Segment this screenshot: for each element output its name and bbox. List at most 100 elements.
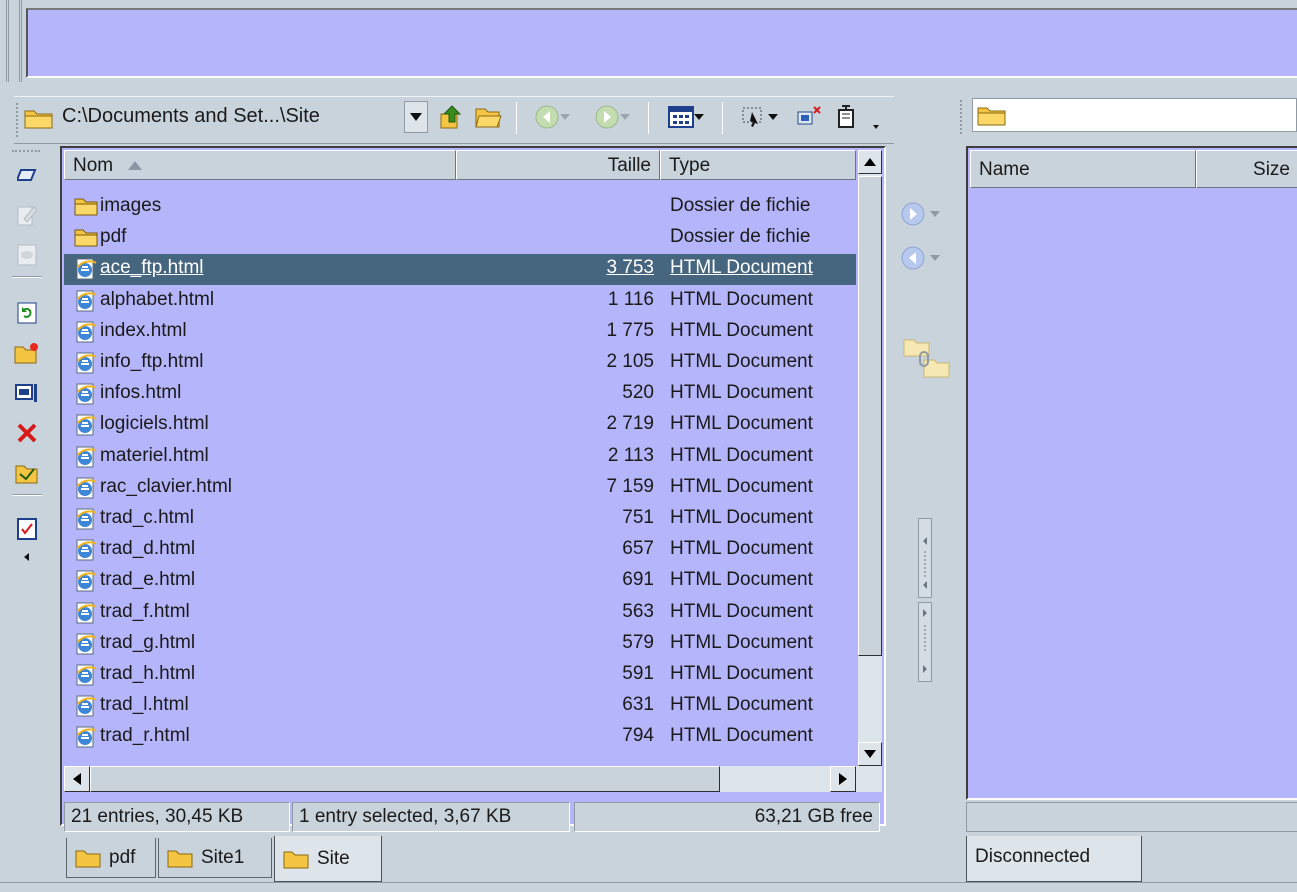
- scroll-right-button[interactable]: [830, 766, 856, 792]
- remote-file-list[interactable]: Name Size: [966, 146, 1297, 800]
- column-header-type[interactable]: Type: [660, 150, 856, 180]
- remote-column-header-size[interactable]: Size: [1196, 150, 1297, 188]
- file-name: index.html: [100, 319, 187, 341]
- list-header: Nom Taille Type: [64, 150, 856, 180]
- splitter-right-handle[interactable]: [918, 602, 932, 682]
- upload-button[interactable]: [900, 200, 956, 228]
- new-folder-button[interactable]: [14, 340, 40, 366]
- forward-arrow-icon: [595, 105, 619, 129]
- vertical-scroll-thumb[interactable]: [858, 176, 882, 656]
- log-resize-handle[interactable]: [6, 0, 22, 82]
- path-combo[interactable]: C:\Documents and Set...\Site: [22, 99, 430, 135]
- tab-site-label: Site: [317, 847, 350, 869]
- tab-site1[interactable]: Site1: [158, 838, 272, 878]
- scroll-up-button[interactable]: [858, 150, 882, 174]
- path-dropdown-button[interactable]: [404, 101, 428, 133]
- view-button[interactable]: [14, 242, 40, 268]
- open-explorer-button[interactable]: [14, 460, 40, 486]
- file-row[interactable]: infos.html 520 HTML Document: [64, 379, 856, 410]
- file-row[interactable]: trad_l.html 631 HTML Document: [64, 691, 856, 722]
- view-mode-button[interactable]: [656, 100, 716, 134]
- task-button[interactable]: [14, 516, 40, 542]
- side-toolbar-more-button[interactable]: [14, 544, 40, 570]
- horizontal-scrollbar[interactable]: [64, 766, 882, 792]
- local-file-list[interactable]: Nom Taille Type images Dossier de fichie p…: [60, 146, 886, 826]
- tab-pdf-label: pdf: [109, 846, 136, 868]
- open-folder-button[interactable]: [472, 100, 504, 134]
- sync-folders-button[interactable]: [902, 334, 954, 384]
- file-row[interactable]: images Dossier de fichie: [64, 192, 856, 223]
- remote-path-combo[interactable]: [972, 98, 1297, 132]
- column-header-size[interactable]: Taille: [456, 150, 660, 180]
- stopwatch-icon: [838, 105, 854, 128]
- properties-button[interactable]: [14, 380, 40, 406]
- properties-icon: [15, 384, 37, 402]
- column-header-name[interactable]: Nom: [64, 150, 456, 180]
- html-file-icon: [74, 352, 98, 374]
- file-row[interactable]: trad_e.html 691 HTML Document: [64, 566, 856, 597]
- refresh-button[interactable]: [832, 100, 860, 134]
- toolbar-separator: [648, 102, 649, 134]
- splitter-left-handle[interactable]: [918, 518, 932, 598]
- edit-button[interactable]: [14, 202, 40, 228]
- file-rows: images Dossier de fichie pdf Dossier de fic…: [64, 192, 856, 764]
- back-button[interactable]: [526, 100, 578, 134]
- file-size: 591: [622, 663, 654, 684]
- file-name: trad_e.html: [100, 569, 196, 591]
- file-row[interactable]: trad_r.html 794 HTML Document: [64, 722, 856, 753]
- file-name: trad_c.html: [100, 507, 194, 528]
- toolbar-grip[interactable]: [960, 100, 966, 134]
- forward-button[interactable]: [586, 100, 638, 134]
- scroll-down-button[interactable]: [858, 742, 882, 766]
- file-name: trad_h.html: [100, 663, 196, 684]
- tab-site[interactable]: Site: [274, 836, 382, 882]
- file-row[interactable]: materiel.html 2 113 HTML Document: [64, 442, 856, 473]
- file-row[interactable]: alphabet.html 1 116 HTML Document: [64, 286, 856, 317]
- html-file-icon: [74, 446, 98, 468]
- file-row[interactable]: rac_clavier.html 7 159 HTML Document: [64, 473, 856, 504]
- folder-icon: [167, 850, 193, 867]
- file-row[interactable]: trad_f.html 563 HTML Document: [64, 598, 856, 629]
- download-button[interactable]: [900, 244, 956, 272]
- file-row[interactable]: logiciels.html 2 719 HTML Document: [64, 410, 856, 441]
- side-separator: [12, 276, 42, 278]
- rename-button[interactable]: [14, 162, 40, 188]
- html-file-icon: [74, 508, 98, 530]
- file-size: 631: [622, 694, 654, 716]
- file-size: 691: [622, 569, 654, 591]
- file-row[interactable]: pdf Dossier de fichie: [64, 223, 856, 254]
- file-row[interactable]: trad_h.html 591 HTML Document: [64, 660, 856, 691]
- html-file-icon: [74, 290, 98, 312]
- file-type: HTML Document: [670, 663, 813, 684]
- parent-folder-button[interactable]: [436, 100, 466, 134]
- tab-disconnected[interactable]: Disconnected: [966, 836, 1142, 882]
- file-size: 2 719: [606, 413, 654, 435]
- html-file-icon: [74, 726, 98, 748]
- scroll-left-button[interactable]: [64, 766, 90, 792]
- disconnect-button[interactable]: [792, 100, 826, 134]
- local-status-bar: 21 entries, 30,45 KB 1 entry selected, 3…: [60, 802, 886, 834]
- new-folder-icon: [14, 343, 38, 364]
- vertical-scrollbar[interactable]: [858, 150, 882, 766]
- filter-button[interactable]: [730, 100, 788, 134]
- file-row[interactable]: trad_g.html 579 HTML Document: [64, 629, 856, 660]
- file-row[interactable]: trad_c.html 751 HTML Document: [64, 504, 856, 535]
- remote-column-header-name-label: Name: [979, 159, 1030, 180]
- file-size: 2 105: [606, 351, 654, 372]
- refresh-list-button[interactable]: [14, 300, 40, 326]
- column-header-name-label: Nom: [73, 155, 114, 176]
- side-toolbar-grip[interactable]: [12, 150, 40, 156]
- file-row[interactable]: info_ftp.html 2 105 HTML Document: [64, 348, 856, 379]
- file-name: info_ftp.html: [100, 351, 204, 372]
- remote-column-header-name[interactable]: Name: [970, 150, 1196, 188]
- tab-pdf[interactable]: pdf: [66, 838, 156, 878]
- horizontal-scroll-thumb[interactable]: [90, 766, 720, 792]
- log-pane[interactable]: [26, 8, 1297, 78]
- toolbar-overflow-button[interactable]: [864, 110, 888, 144]
- arrow-up-icon: [864, 158, 876, 166]
- column-header-type-label: Type: [669, 155, 711, 176]
- file-row[interactable]: ace_ftp.html 3 753 HTML Document: [64, 254, 856, 286]
- file-row[interactable]: index.html 1 775 HTML Document: [64, 317, 856, 348]
- delete-button[interactable]: [14, 420, 40, 446]
- file-row[interactable]: trad_d.html 657 HTML Document: [64, 535, 856, 566]
